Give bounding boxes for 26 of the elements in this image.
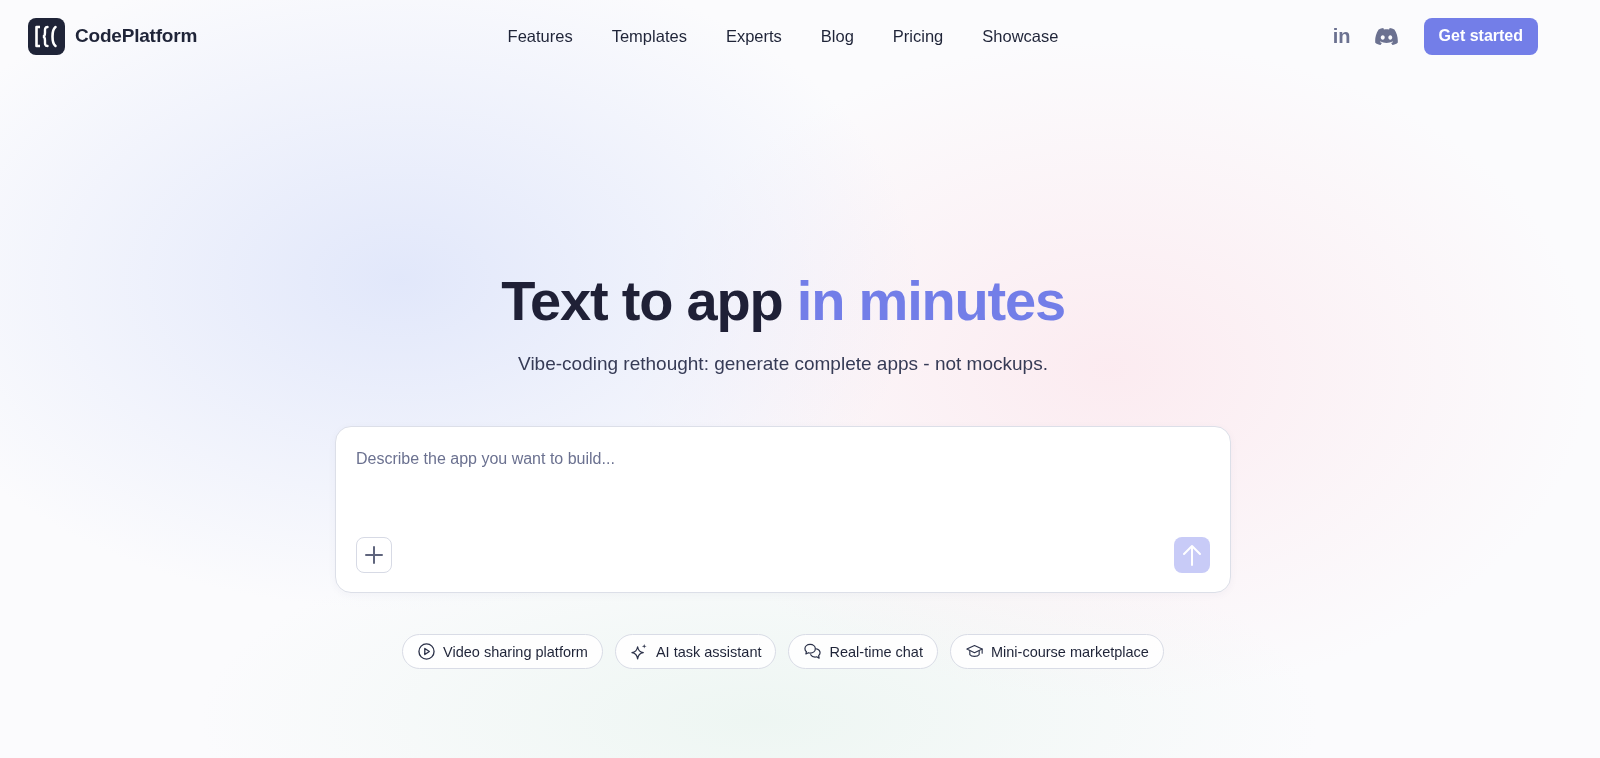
chat-bubbles-icon (804, 643, 822, 660)
suggestion-chip[interactable]: AI task assistant (614, 634, 777, 669)
arrow-up-icon (1182, 544, 1202, 566)
hero-title: Text to app in minutes (501, 268, 1065, 334)
prompt-field[interactable]: Describe the app you want to build... (335, 426, 1231, 593)
play-circle-icon (418, 643, 436, 660)
hero-subtitle: Vibe-coding rethought: generate complete apps - not mockups. (518, 352, 1048, 376)
suggestion-chip[interactable]: Video sharing platform (402, 634, 603, 669)
sparkle-icon (630, 643, 648, 660)
nav-link[interactable]: Templates (611, 26, 687, 46)
nav-link[interactable]: Experts (725, 26, 782, 46)
logo-icon[interactable] (28, 17, 65, 55)
get-started-button[interactable]: Get started (1423, 17, 1538, 55)
nav-link[interactable]: Pricing (892, 26, 944, 46)
nav-link[interactable]: Blog (820, 26, 854, 46)
social-link[interactable]: in (1332, 26, 1351, 46)
suggestion-chip[interactable]: Real-time chat (788, 634, 938, 669)
controller-icon[interactable] (1374, 27, 1398, 45)
suggestion-chip[interactable]: Mini-course marketplace (949, 634, 1164, 669)
brand-name[interactable]: CodePlatform (75, 25, 198, 47)
nav-link[interactable]: Showcase (982, 26, 1059, 46)
prompt-input[interactable]: Describe the app you want to build... (356, 447, 1210, 529)
add-button[interactable] (356, 537, 392, 573)
plus-icon (365, 546, 383, 564)
graduation-cap-icon (965, 643, 983, 660)
nav-link[interactable]: Features (507, 26, 573, 46)
